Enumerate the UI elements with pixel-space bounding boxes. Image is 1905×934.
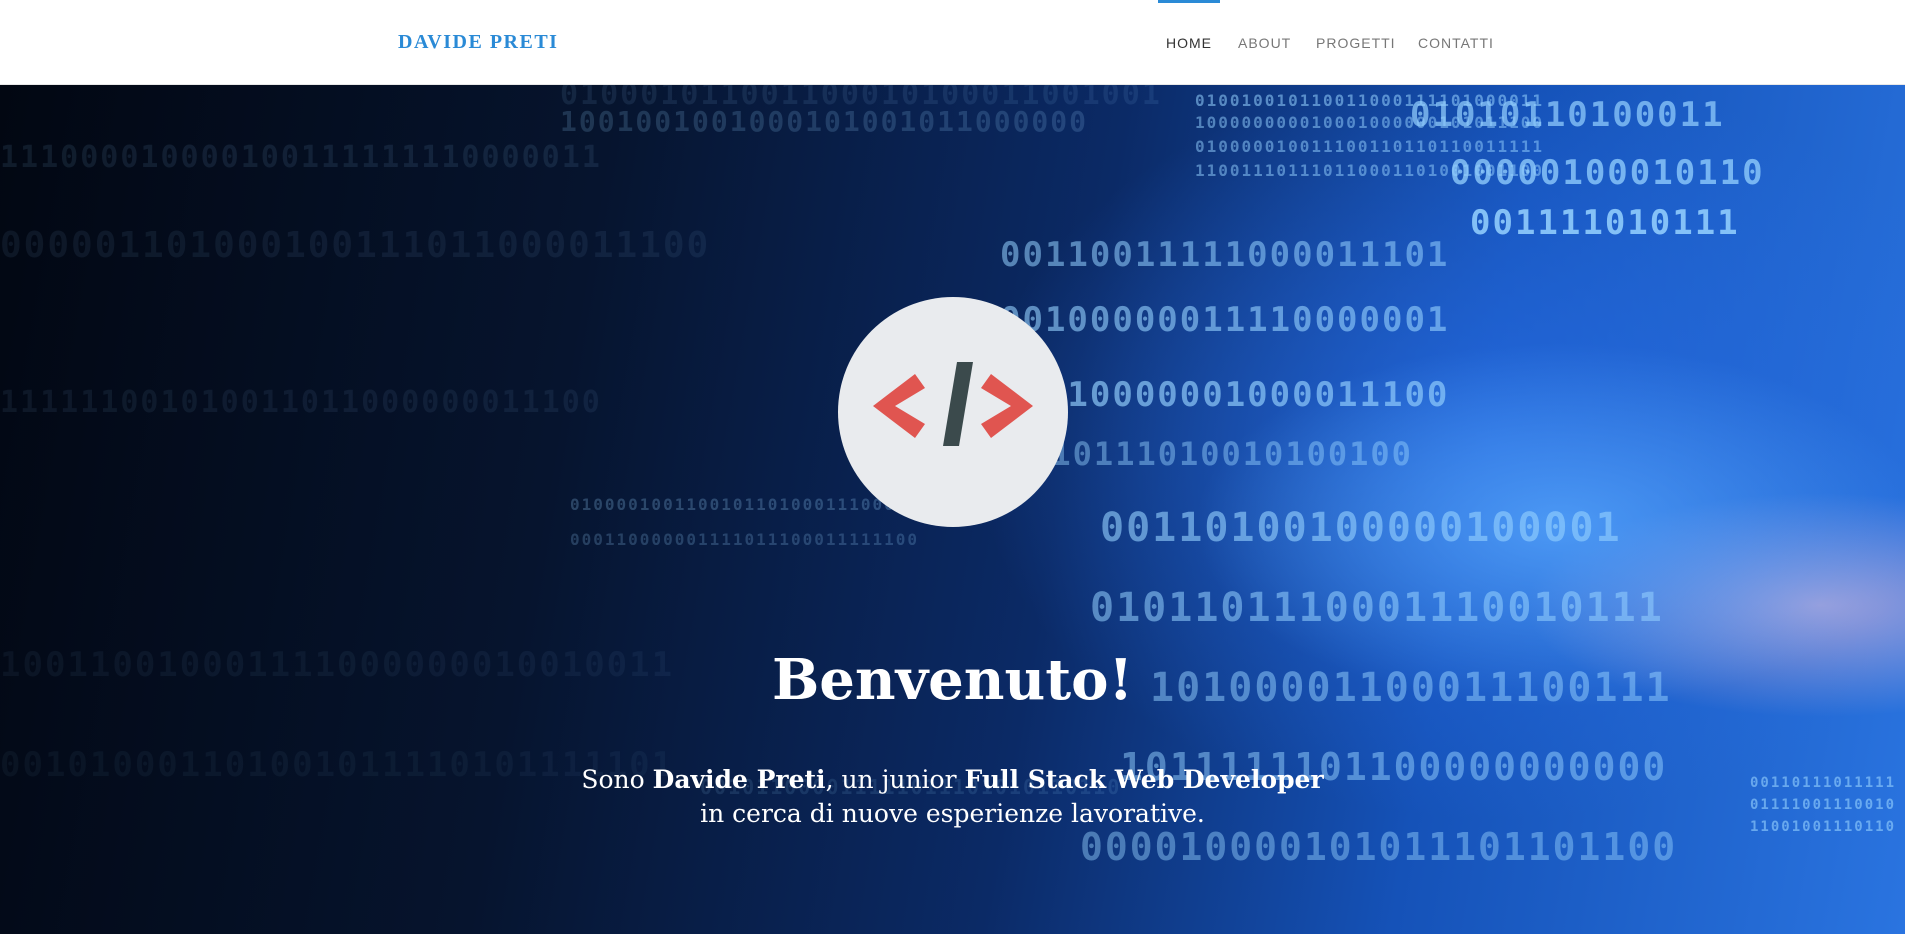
- brand-link[interactable]: DAVIDE PRETI: [398, 31, 558, 54]
- nav-link-home[interactable]: HOME: [1158, 0, 1220, 85]
- intro-text-1: Sono: [581, 765, 653, 794]
- hero-intro: Sono Davide Preti, un junior Full Stack …: [0, 763, 1905, 831]
- code-brackets-icon: [873, 362, 1033, 446]
- binary-row: 010000100110010110100011100001: [570, 495, 919, 514]
- binary-row: 1001001001000101001011000000: [560, 105, 1089, 138]
- binary-row: 00100000011110000001: [1000, 300, 1450, 340]
- binary-row: 01010110100011: [1410, 95, 1725, 135]
- binary-row: 000010000101011101101100: [1080, 825, 1678, 869]
- navbar: DAVIDE PRETI HOME ABOUT PROGETTI CONTATT…: [0, 0, 1905, 85]
- nav-link-about[interactable]: ABOUT: [1238, 0, 1291, 85]
- binary-row: 111111001010011011000000011100: [0, 385, 602, 420]
- intro-role: Full Stack Web Developer: [964, 765, 1324, 794]
- hero-title: Benvenuto!: [771, 647, 1134, 713]
- logo-circle: [838, 297, 1068, 527]
- binary-row: 001111010111: [1470, 203, 1740, 243]
- binary-row: 00110011111000011101: [1000, 235, 1450, 275]
- hero-section: 010001011001100010100011001001 1001001001…: [0, 85, 1905, 934]
- binary-row: 000110000001111011100011111100: [570, 530, 919, 549]
- binary-row: 111000010000100111111110000011: [0, 140, 602, 175]
- binary-row: 000001101000100111011000011100: [0, 225, 711, 266]
- binary-row: 00110100100000100001: [1100, 505, 1622, 551]
- intro-name: Davide Preti: [652, 765, 826, 794]
- intro-text-2: , un junior: [825, 765, 965, 794]
- nav-link-progetti[interactable]: PROGETTI: [1316, 0, 1396, 85]
- binary-row: 00000100010110: [1450, 153, 1765, 193]
- nav-link-contatti[interactable]: CONTATTI: [1418, 0, 1494, 85]
- intro-line-2: in cerca di nuove esperienze lavorative.: [700, 799, 1205, 828]
- binary-row: 0101101110001110010111: [1090, 585, 1664, 631]
